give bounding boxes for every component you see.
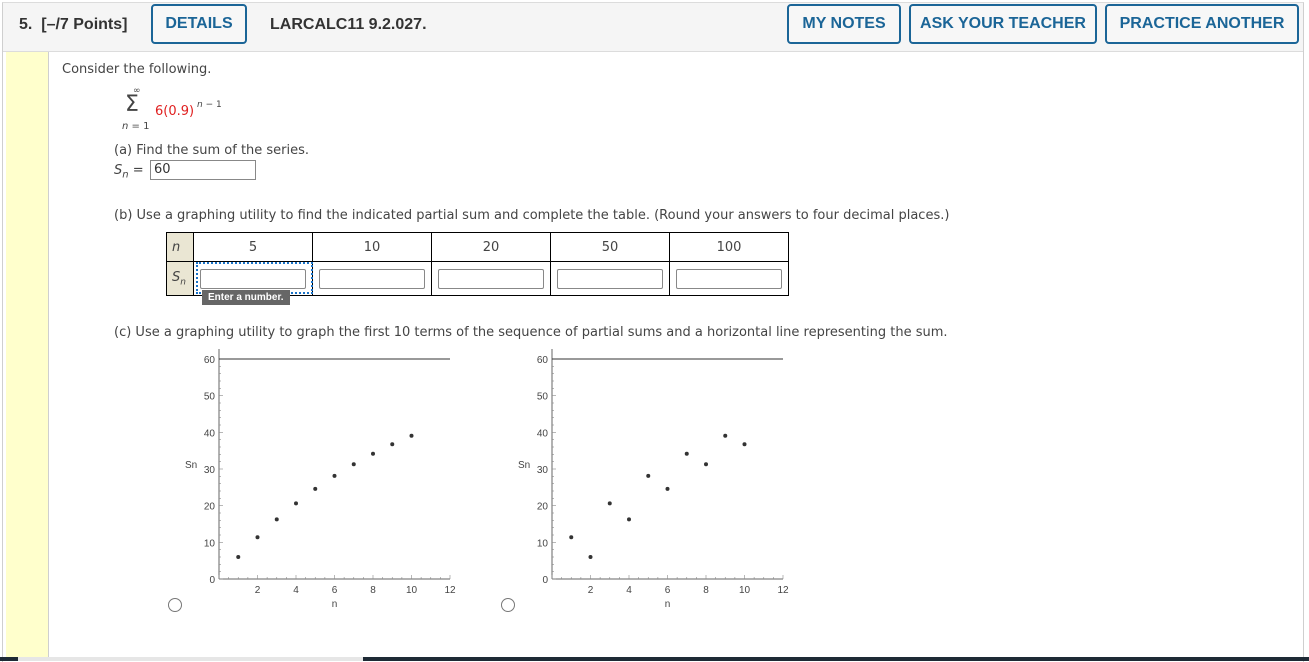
column-header: 5 bbox=[193, 232, 313, 262]
data-point bbox=[351, 462, 356, 467]
part-a-label: Sn = bbox=[114, 163, 144, 181]
x-tick-label: 6 bbox=[665, 585, 671, 596]
question-number: 5. bbox=[19, 16, 33, 33]
row-header-n: n bbox=[166, 232, 194, 262]
graph-option-1-radio[interactable] bbox=[168, 598, 182, 612]
series-term: 6(0.9) bbox=[155, 104, 195, 119]
table-row-n: n 5 10 20 50 100 bbox=[166, 232, 789, 262]
x-tick-label: 2 bbox=[588, 585, 594, 596]
y-axis-label: Sn bbox=[185, 460, 197, 471]
x-tick-label: 6 bbox=[332, 585, 338, 596]
column-header: 50 bbox=[550, 232, 670, 262]
y-tick-label: 10 bbox=[204, 538, 216, 549]
y-axis-label: Sn bbox=[518, 460, 530, 471]
x-tick-label: 12 bbox=[444, 585, 456, 596]
sum-input[interactable]: 60 bbox=[150, 160, 256, 180]
column-header: 10 bbox=[312, 232, 432, 262]
data-point bbox=[607, 501, 612, 506]
data-point bbox=[646, 473, 651, 478]
partial-sum-input-5[interactable] bbox=[200, 268, 306, 289]
x-tick-label: 2 bbox=[255, 585, 261, 596]
series-lower-limit: n = 1 bbox=[122, 121, 150, 132]
x-tick-label: 4 bbox=[626, 585, 632, 596]
y-tick-label: 10 bbox=[537, 538, 549, 549]
x-tick-label: 10 bbox=[406, 585, 418, 596]
y-tick-label: 40 bbox=[204, 428, 216, 439]
column-header: 100 bbox=[669, 232, 789, 262]
x-tick-label: 8 bbox=[370, 585, 376, 596]
x-tick-label: 4 bbox=[293, 585, 299, 596]
sigma-symbol: Σ bbox=[125, 92, 139, 117]
x-axis-label: n bbox=[332, 599, 338, 610]
x-tick-label: 12 bbox=[777, 585, 789, 596]
y-tick-label: 30 bbox=[204, 465, 216, 476]
data-point bbox=[255, 535, 260, 540]
column-header: 20 bbox=[431, 232, 551, 262]
graph-option-2: 0 10 20 30 40 50 60 2 4 6 8 10 12 n Sn bbox=[518, 349, 789, 610]
bottom-bar bbox=[0, 657, 1309, 661]
data-point bbox=[371, 451, 375, 456]
x-tick-label: 8 bbox=[703, 585, 709, 596]
partial-sum-input-20[interactable] bbox=[438, 268, 544, 289]
question-status-bar bbox=[6, 52, 49, 660]
data-point bbox=[665, 486, 670, 491]
data-point bbox=[294, 501, 298, 506]
data-point bbox=[236, 555, 241, 559]
data-point bbox=[409, 433, 414, 438]
data-point bbox=[684, 451, 689, 456]
partial-sum-table: n 5 10 20 50 100 Sn bbox=[166, 232, 789, 296]
data-point bbox=[569, 535, 574, 540]
y-tick-label: 60 bbox=[537, 355, 549, 366]
y-tick-label: 50 bbox=[537, 392, 549, 403]
data-point bbox=[627, 517, 631, 522]
data-point bbox=[588, 555, 593, 559]
part-a-prompt: (a) Find the sum of the series. bbox=[114, 143, 310, 158]
y-tick-label: 0 bbox=[209, 575, 215, 586]
details-button[interactable]: DETAILS bbox=[151, 4, 247, 44]
my-notes-button[interactable]: MY NOTES bbox=[787, 4, 901, 44]
x-tick-label: 10 bbox=[739, 585, 751, 596]
y-tick-label: 0 bbox=[542, 575, 548, 586]
y-tick-label: 20 bbox=[204, 502, 216, 513]
part-b-prompt: (b) Use a graphing utility to find the i… bbox=[114, 208, 950, 223]
partial-sum-input-10[interactable] bbox=[319, 268, 425, 289]
data-point bbox=[390, 442, 395, 447]
practice-another-button[interactable]: PRACTICE ANOTHER bbox=[1105, 4, 1299, 44]
question-number-points: 5. [–/7 Points] bbox=[19, 16, 127, 34]
partial-sum-input-50[interactable] bbox=[557, 268, 663, 289]
y-tick-label: 20 bbox=[537, 502, 549, 513]
y-tick-label: 60 bbox=[204, 355, 216, 366]
input-tooltip: Enter a number. bbox=[202, 290, 290, 305]
data-point bbox=[723, 433, 728, 438]
part-c-prompt: (c) Use a graphing utility to graph the … bbox=[114, 325, 948, 340]
row-header-sn: Sn bbox=[166, 261, 194, 296]
data-point bbox=[313, 486, 318, 491]
question-header: 5. [–/7 Points] DETAILS LARCALC11 9.2.02… bbox=[3, 3, 1303, 52]
y-tick-label: 50 bbox=[204, 392, 216, 403]
ask-your-teacher-button[interactable]: ASK YOUR TEACHER bbox=[909, 4, 1097, 44]
points-label: [–/7 Points] bbox=[41, 16, 128, 33]
x-axis-label: n bbox=[665, 599, 671, 610]
series-exponent: n − 1 bbox=[197, 100, 222, 110]
y-tick-label: 40 bbox=[537, 428, 549, 439]
graph-option-2-radio[interactable] bbox=[501, 598, 515, 612]
data-point bbox=[274, 517, 279, 522]
question-id: LARCALC11 9.2.027. bbox=[270, 16, 427, 33]
data-point bbox=[742, 442, 747, 447]
y-tick-label: 30 bbox=[537, 465, 549, 476]
partial-sum-input-100[interactable] bbox=[676, 268, 782, 289]
data-point bbox=[704, 462, 708, 467]
data-point bbox=[332, 473, 337, 478]
intro-text: Consider the following. bbox=[62, 62, 212, 77]
scrollbar-thumb[interactable] bbox=[18, 657, 363, 661]
graph-option-1: 0 10 20 30 40 50 60 2 4 6 8 10 12 n Sn bbox=[185, 349, 456, 610]
